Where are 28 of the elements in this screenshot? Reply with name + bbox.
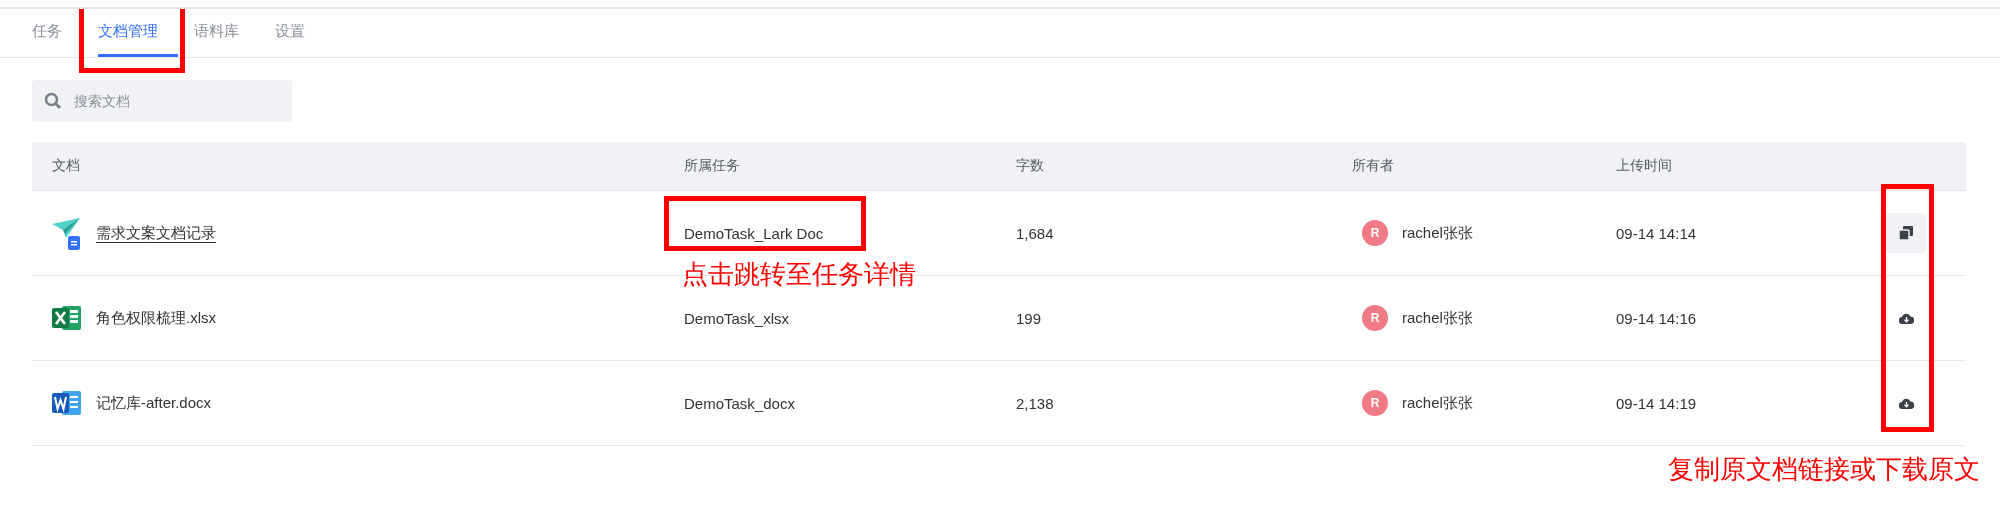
- word-count: 1,684: [1016, 224, 1054, 242]
- annotation-note: 点击跳转至任务详情: [682, 257, 916, 291]
- document-name: 角色权限梳理.xlsx: [96, 308, 216, 328]
- tab[interactable]: 文档管理: [98, 9, 178, 57]
- column-header: 所属任务: [683, 157, 741, 175]
- avatar: R: [1362, 220, 1388, 246]
- column-header: 上传时间: [1615, 157, 1673, 175]
- avatar: R: [1362, 305, 1388, 331]
- owner-name: rachel张张: [1402, 308, 1473, 328]
- document-name: 记忆库-after.docx: [96, 393, 212, 413]
- column-header: 字数: [1015, 157, 1045, 175]
- annotation-note: 复制原文档链接或下载原文: [1668, 453, 1980, 486]
- upload-time: 09-14 14:16: [1616, 309, 1697, 327]
- tab[interactable]: 设置: [275, 9, 325, 57]
- owner-name: rachel张张: [1402, 393, 1473, 413]
- task-name[interactable]: DemoTask_xlsx: [684, 309, 790, 327]
- word-count: 199: [1016, 309, 1042, 327]
- upload-time: 09-14 14:19: [1616, 394, 1697, 412]
- owner-name: rachel张张: [1402, 223, 1473, 243]
- upload-time: 09-14 14:14: [1616, 224, 1697, 242]
- document-name[interactable]: 需求文案文档记录: [96, 223, 216, 243]
- avatar: R: [1362, 390, 1388, 416]
- column-header: 所有者: [1351, 157, 1395, 175]
- search-field[interactable]: 搜索文档: [32, 80, 292, 122]
- word-count: 2,138: [1016, 394, 1054, 412]
- task-name[interactable]: DemoTask_Lark Doc: [684, 224, 824, 242]
- column-header: 文档: [51, 157, 81, 175]
- task-name[interactable]: DemoTask_docx: [684, 394, 795, 412]
